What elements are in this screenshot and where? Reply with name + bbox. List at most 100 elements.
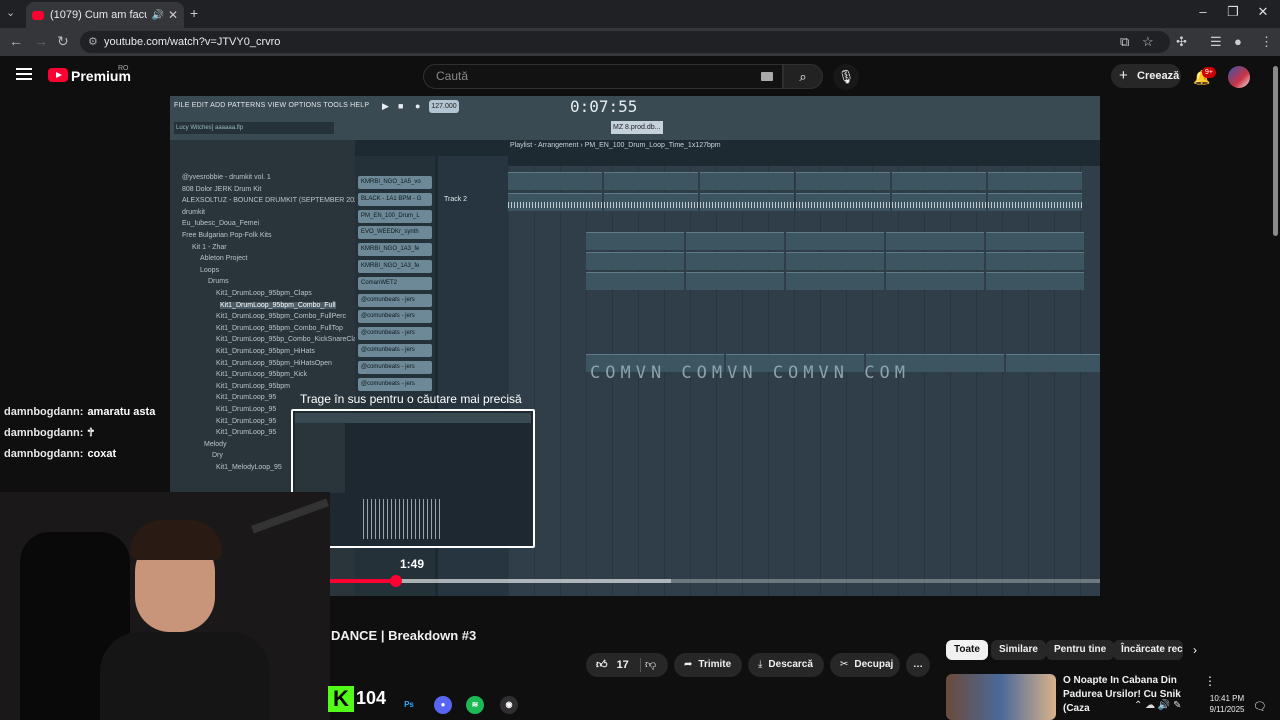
keyboard-icon[interactable] (761, 72, 773, 81)
fl-channel-button: @comunbeats - jers (358, 310, 432, 324)
dislike-button[interactable]: 👎︎ (645, 658, 656, 671)
share-button[interactable]: ➦ Trimite (674, 653, 742, 677)
preview-toolbar (295, 413, 531, 423)
fl-playlist-clip (988, 193, 1082, 211)
chip-all[interactable]: Toate (946, 640, 988, 660)
fl-track-label: Track 2 (444, 196, 468, 203)
fl-playlist-clip (604, 172, 698, 190)
minimize-icon[interactable]: – (1188, 4, 1218, 19)
hamburger-menu-icon[interactable] (16, 68, 32, 80)
fl-browser-item: Ableton Project (200, 255, 248, 263)
fl-channel-button: @comunbeats - jers (358, 293, 432, 307)
fl-browser-item: Free Bulgarian Pop-Folk Kits (182, 232, 272, 239)
fl-playlist-clip (604, 193, 698, 211)
search-input[interactable]: Caută (423, 64, 783, 89)
more-icon: … (913, 659, 923, 670)
tab-search-icon[interactable]: ⌄ (6, 6, 15, 19)
recommendation-menu-icon[interactable]: ⋮ (1204, 674, 1216, 688)
scrubber-handle[interactable] (390, 575, 402, 587)
fl-playlist-clip (586, 232, 684, 250)
new-tab-button[interactable]: + (190, 5, 198, 21)
fl-menu-bar: FILE EDIT ADD PATTERNS VIEW OPTIONS TOOL… (174, 102, 370, 109)
menu-kebab-icon[interactable]: ⋮ (1260, 34, 1273, 50)
plus-icon: + (1119, 67, 1128, 84)
spotify-icon[interactable]: ≋ (466, 696, 484, 714)
fl-hint-bar: Lucy Witches] aaaaaa.flp (174, 122, 334, 134)
chip-recent[interactable]: Încărcate rec (1113, 640, 1183, 660)
fl-channel-button: KMRBI_NGO_1A3_fe (358, 260, 432, 273)
taskbar-clock[interactable]: 10:41 PM 9/11/2025 (1204, 693, 1250, 715)
reload-icon[interactable]: ↻ (57, 33, 69, 50)
notification-center-icon[interactable]: 🗨 (1253, 700, 1267, 713)
voice-search-button[interactable]: 🎙 (833, 64, 859, 90)
install-app-icon[interactable]: ⧉ (1120, 34, 1129, 50)
fl-time-display: 0:07:55 (570, 97, 638, 116)
chat-text: 🕆 (87, 427, 95, 439)
download-button[interactable]: ⤓ Descarcă (748, 653, 824, 677)
fl-playlist-clip (886, 252, 984, 270)
youtube-logo-icon[interactable] (48, 68, 68, 82)
fl-browser-item: ALEXSOLTUZ - BOUNCE DRUMKIT (SEPTEMBER 2… (182, 197, 365, 205)
profile-icon[interactable]: ● (1234, 34, 1242, 49)
fl-playlist-clip (886, 232, 984, 250)
site-info-icon[interactable]: ⚙ (88, 31, 98, 53)
close-tab-icon[interactable]: ✕ (168, 8, 178, 22)
youtube-favicon-icon (32, 10, 44, 20)
system-tray-icons[interactable]: ⌃ ☁ 🔊 ✎ (1134, 700, 1182, 711)
progress-bar[interactable] (328, 579, 1100, 583)
download-label: Descarcă (768, 659, 813, 670)
fl-browser-item: Kit1_DrumLoop_95 (216, 394, 277, 402)
share-icon: ➦ (684, 659, 693, 670)
obs-icon[interactable]: ◉ (500, 696, 518, 714)
url-field[interactable]: ⚙ youtube.com/watch?v=JTVY0_crvro (80, 31, 1170, 53)
comvn-watermark: COMVN COMVN COMVN COM (590, 363, 910, 383)
video-title: DANCE | Breakdown #3 (331, 628, 477, 643)
fl-playlist-clip (892, 193, 986, 211)
like-button[interactable]: 👍︎ 17 (596, 658, 629, 671)
chat-message: damnbogdann: coxat (4, 448, 116, 460)
page-scrollbar[interactable] (1271, 56, 1280, 720)
discord-icon[interactable]: ● (434, 696, 452, 714)
scissors-icon: ✂ (840, 659, 849, 670)
fl-playlist-clip (988, 172, 1082, 190)
drag-tip: Trage în sus pentru o căutare mai precis… (300, 392, 522, 406)
fl-playlist-clip (892, 172, 986, 190)
extensions-icon[interactable]: ✣ (1176, 34, 1187, 50)
fl-browser-item: Kit1_DrumLoop_95bpm_HiHats (216, 348, 315, 355)
chevron-right-icon[interactable]: › (1193, 643, 1197, 657)
download-icon: ⤓ (758, 659, 763, 670)
fl-clip-waveform (700, 202, 794, 208)
browser-tab[interactable]: (1079) Cum am facut beat- 🔊 ✕ (26, 2, 184, 28)
chip-for-you[interactable]: Pentru tine (1046, 640, 1115, 660)
bookmark-star-icon[interactable]: ☆ (1142, 34, 1154, 50)
create-button[interactable]: + Creează (1111, 64, 1181, 88)
fl-playlist-clip (700, 193, 794, 211)
restore-icon[interactable]: ❐ (1218, 4, 1248, 20)
search-icon: ⌕ (799, 69, 807, 84)
chip-related[interactable]: Similare (991, 640, 1046, 660)
photoshop-icon[interactable]: Ps (400, 696, 418, 714)
fl-playlist-clip (586, 272, 684, 290)
search-button[interactable]: ⌕ (783, 64, 823, 89)
avatar[interactable] (1228, 66, 1250, 88)
reading-list-icon[interactable]: ☰ (1210, 34, 1222, 50)
like-divider (640, 658, 641, 672)
fl-playlist-clip (586, 252, 684, 270)
chat-text: coxat (87, 448, 117, 460)
fl-browser-item: Kit1_DrumLoop_95bpm_Combo_FullPerc (216, 313, 346, 321)
fl-playlist-title: Playlist - Arrangement › PM_EN_100_Drum_… (510, 142, 721, 149)
window-close-icon[interactable]: ✕ (1248, 4, 1278, 20)
fl-clip-waveform (988, 202, 1082, 208)
speaker-icon[interactable]: 🔊 (151, 10, 163, 21)
back-icon[interactable]: ← (9, 33, 23, 49)
clip-button[interactable]: ✂ Decupaj (830, 653, 900, 677)
chat-username: damnbogdann: (4, 427, 84, 439)
scroll-thumb[interactable] (1273, 66, 1278, 236)
forward-icon[interactable]: → (34, 33, 48, 49)
fl-clip-waveform (892, 202, 986, 208)
youtube-header: Premium RO Caută ⌕ 🎙 + Creează 🔔 9+ (0, 56, 1280, 96)
more-actions-button[interactable]: … (906, 653, 930, 677)
recommendation-thumbnail[interactable] (946, 674, 1056, 720)
fl-playlist-clip (886, 272, 984, 290)
fl-browser-item: Kit1_DrumLoop_95bp_Combo_KickSnareClap (216, 336, 361, 344)
